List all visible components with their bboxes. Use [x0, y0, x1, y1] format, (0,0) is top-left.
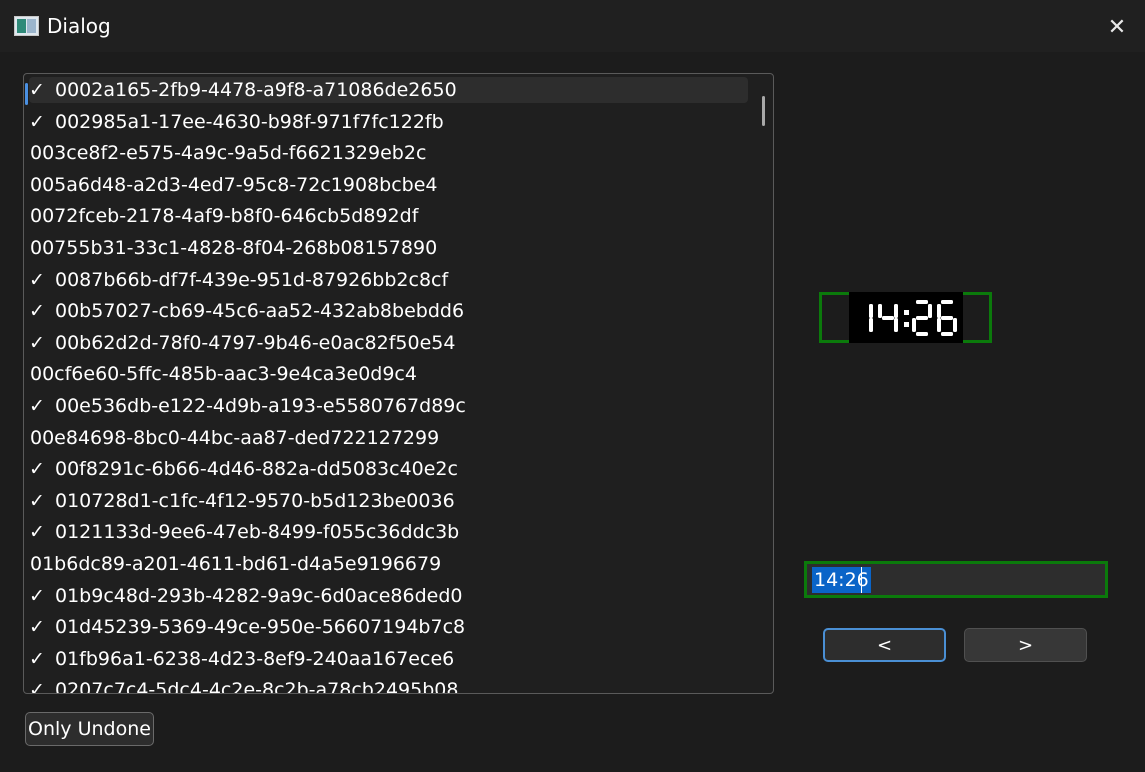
window-title: Dialog	[47, 14, 111, 38]
list-item-label: 005a6d48-a2d3-4ed7-95c8-72c1908bcbe4	[30, 174, 438, 196]
lcd-segment	[869, 318, 873, 332]
list-item-label: 002985a1-17ee-4630-b98f-971f7fc122fb	[55, 111, 444, 133]
list-item[interactable]: ✓ 0002a165-2fb9-4478-a9f8-a71086de2650	[25, 77, 748, 105]
previous-button[interactable]: <	[823, 628, 946, 662]
lcd-segment	[916, 332, 928, 336]
close-button[interactable]: ✕	[1103, 13, 1131, 41]
list-item-label: 01d45239-5369-49ce-950e-56607194b7c8	[55, 616, 466, 638]
selection-indicator	[25, 83, 28, 105]
lcd-segment	[953, 318, 957, 332]
list-item[interactable]: 00cf6e60-5ffc-485b-aac3-9e4ca3e0d9c4	[29, 361, 750, 387]
check-icon: ✓	[29, 300, 45, 322]
list-item[interactable]: ✓ 01b9c48d-293b-4282-9a9c-6d0ace86ded0	[29, 583, 749, 609]
check-icon: ✓	[29, 585, 45, 607]
list-item-label: 0072fceb-2178-4af9-b8f0-646cb5d892df	[30, 205, 419, 227]
list-item[interactable]: 0072fceb-2178-4af9-b8f0-646cb5d892df	[29, 203, 750, 229]
list-item-label: 0087b66b-df7f-439e-951d-87926bb2c8cf	[55, 269, 449, 291]
list-item-label: 00e536db-e122-4d9b-a193-e5580767d89c	[55, 395, 466, 417]
list-item[interactable]: 00755b31-33c1-4828-8f04-268b08157890	[29, 235, 750, 261]
check-icon: ✓	[29, 395, 45, 417]
check-icon: ✓	[29, 521, 45, 543]
lcd-segment	[928, 304, 932, 318]
lcd-segment	[894, 318, 898, 332]
list-item[interactable]: ✓ 01fb96a1-6238-4d23-8ef9-240aa167ece6	[29, 646, 749, 672]
list-item-label: 010728d1-c1fc-4f12-9570-b5d123be0036	[55, 490, 455, 512]
only-undone-button[interactable]: Only Undone	[25, 712, 154, 746]
list-item[interactable]: 003ce8f2-e575-4a9c-9a5d-f6621329eb2c	[29, 140, 750, 166]
lcd-segment	[941, 332, 953, 336]
lcd-colon	[904, 310, 909, 315]
list-item[interactable]: ✓ 00b62d2d-78f0-4797-9b46-e0ac82f50e54	[29, 330, 749, 356]
list-item[interactable]: 01b6dc89-a201-4611-bd61-d4a5e9196679	[29, 551, 750, 577]
list-item[interactable]: ✓ 0087b66b-df7f-439e-951d-87926bb2c8cf	[29, 267, 749, 293]
lcd-segment	[937, 318, 941, 332]
list-item-label: 00755b31-33c1-4828-8f04-268b08157890	[30, 237, 438, 259]
check-icon: ✓	[29, 490, 45, 512]
list-item[interactable]: ✓ 00e536db-e122-4d9b-a193-e5580767d89c	[29, 393, 749, 419]
title-bar: Dialog ✕	[0, 0, 1145, 52]
list-item-label: 01b9c48d-293b-4282-9a9c-6d0ace86ded0	[55, 585, 463, 607]
next-button[interactable]: >	[964, 628, 1087, 662]
list-item[interactable]: 005a6d48-a2d3-4ed7-95c8-72c1908bcbe4	[29, 172, 750, 198]
list-item-label: 00f8291c-6b66-4d46-882a-dd5083c40e2c	[55, 458, 458, 480]
list-item-label: 00b57027-cb69-45c6-aa52-432ab8bebdd6	[55, 300, 465, 322]
list-scrollbar-thumb[interactable]	[762, 96, 765, 126]
list-item-label: 01fb96a1-6238-4d23-8ef9-240aa167ece6	[55, 648, 455, 670]
list-item[interactable]: 00e84698-8bc0-44bc-aa87-ded722127299	[29, 425, 750, 451]
lcd-segment	[882, 316, 894, 320]
lcd-segment	[937, 304, 941, 318]
list-item[interactable]: ✓ 0207c7c4-5dc4-4c2e-8c2b-a78cb2495b08	[29, 677, 749, 694]
lcd-segment	[894, 304, 898, 318]
lcd-digits	[869, 300, 957, 336]
list-item-label: 0207c7c4-5dc4-4c2e-8c2b-a78cb2495b08	[55, 679, 459, 694]
lcd-segment	[941, 316, 953, 320]
check-icon: ✓	[29, 458, 45, 480]
list-item-label: 01b6dc89-a201-4611-bd61-d4a5e9196679	[30, 553, 442, 575]
lcd-segment	[878, 304, 882, 318]
check-icon: ✓	[29, 111, 45, 133]
time-input[interactable]: 14:26	[804, 561, 1108, 598]
close-icon: ✕	[1107, 14, 1127, 40]
lcd-segment	[916, 300, 928, 304]
list-item-label: 0121133d-9ee6-47eb-8499-f055c36ddc3b	[55, 521, 460, 543]
list-item-label: 00cf6e60-5ffc-485b-aac3-9e4ca3e0d9c4	[30, 363, 417, 385]
list-item[interactable]: ✓ 010728d1-c1fc-4f12-9570-b5d123be0036	[29, 488, 749, 514]
list-item-label: 00e84698-8bc0-44bc-aa87-ded722127299	[30, 427, 440, 449]
check-icon: ✓	[29, 679, 45, 694]
lcd-clock	[849, 292, 963, 343]
text-caret	[861, 567, 862, 593]
list-item[interactable]: ✓ 0121133d-9ee6-47eb-8499-f055c36ddc3b	[29, 519, 749, 545]
check-icon: ✓	[29, 79, 45, 101]
check-icon: ✓	[29, 648, 45, 670]
app-icon	[14, 16, 39, 36]
check-icon: ✓	[29, 332, 45, 354]
list-item[interactable]: ✓ 00b57027-cb69-45c6-aa52-432ab8bebdd6	[29, 298, 749, 324]
lcd-colon	[904, 322, 909, 327]
list-item[interactable]: ✓ 00f8291c-6b66-4d46-882a-dd5083c40e2c	[29, 456, 749, 482]
lcd-segment	[912, 318, 916, 332]
check-icon: ✓	[29, 269, 45, 291]
list-item-label: 003ce8f2-e575-4a9c-9a5d-f6621329eb2c	[30, 142, 427, 164]
check-icon: ✓	[29, 616, 45, 638]
lcd-segment	[869, 304, 873, 318]
lcd-segment	[941, 300, 953, 304]
list-item[interactable]: ✓ 01d45239-5369-49ce-950e-56607194b7c8	[29, 614, 749, 640]
list-item[interactable]: ✓ 002985a1-17ee-4630-b98f-971f7fc122fb	[29, 109, 749, 135]
id-list[interactable]: ✓ 0002a165-2fb9-4478-a9f8-a71086de2650 ✓ 00…	[23, 73, 774, 694]
list-item-label: 00b62d2d-78f0-4797-9b46-e0ac82f50e54	[55, 332, 456, 354]
lcd-segment	[916, 316, 928, 320]
list-item-label: 0002a165-2fb9-4478-a9f8-a71086de2650	[55, 79, 457, 101]
